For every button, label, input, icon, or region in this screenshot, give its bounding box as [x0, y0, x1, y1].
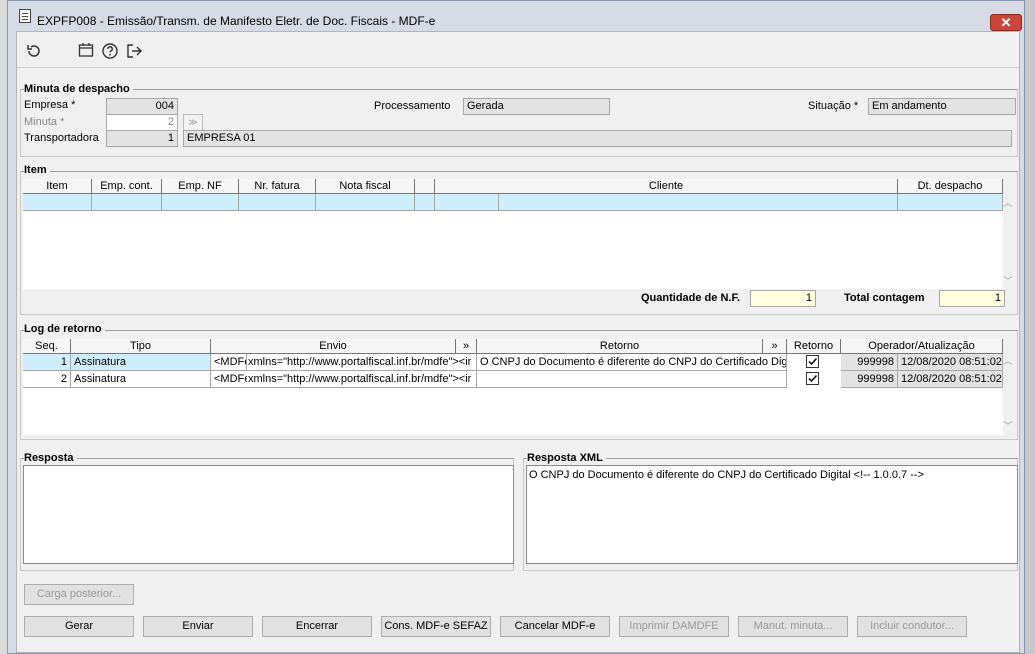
toolbar-separator — [17, 67, 1019, 68]
form-body: Minuta de despacho Empresa * 004 Minuta … — [16, 31, 1020, 653]
encerrar-button[interactable]: Encerrar — [262, 616, 372, 637]
situacao-field[interactable]: Em andamento — [868, 98, 1016, 115]
resposta-xml-label: Resposta XML — [527, 452, 606, 464]
item-row-cell[interactable] — [415, 194, 435, 211]
quantidade-field: 1 — [750, 290, 816, 307]
item-row-cell[interactable] — [316, 194, 415, 211]
cancelar-mdfe-button[interactable]: Cancelar MDF-e — [500, 616, 610, 637]
situacao-label: Situação * — [808, 100, 859, 112]
exit-icon[interactable] — [123, 42, 145, 64]
minuta-search-button[interactable]: ≫ — [183, 114, 203, 131]
log-row-operador: 999998 — [841, 354, 898, 371]
col-seq[interactable]: Seq. — [23, 339, 71, 354]
item-row-cell[interactable] — [92, 194, 162, 211]
col-emp-nf[interactable]: Emp. NF — [162, 179, 239, 194]
log-row-seq[interactable]: 2 — [23, 371, 71, 388]
log-row-retorno[interactable] — [477, 371, 787, 388]
log-group-label: Log de retorno — [24, 323, 105, 335]
item-row-cell[interactable] — [435, 194, 499, 211]
log-row-envio-start[interactable]: <MDFe — [211, 354, 247, 371]
col-item[interactable]: Item — [23, 179, 92, 194]
background-panel — [1025, 0, 1035, 654]
item-grid-body — [23, 211, 1003, 289]
scroll-up-icon[interactable]: ︿ — [1003, 196, 1013, 209]
quantidade-label: Quantidade de N.F. — [641, 292, 741, 304]
log-row-operador: 999998 — [841, 371, 898, 388]
col-retorno[interactable]: Retorno — [477, 339, 763, 354]
col-cliente[interactable]: Cliente — [435, 179, 898, 194]
window-title: EXPFP008 - Emissão/Transm. de Manifesto … — [37, 14, 436, 28]
manut-minuta-button[interactable]: Manut. minuta... — [738, 616, 848, 637]
close-button[interactable]: ✕ — [990, 14, 1022, 31]
log-grid: Seq. Tipo Envio » Retorno » Retorno Oper… — [23, 339, 1003, 435]
col-operador[interactable]: Operador/Atualização — [841, 339, 1003, 354]
scroll-up-icon[interactable]: ︿ — [1003, 354, 1013, 367]
col-nota-fiscal[interactable]: Nota fiscal — [316, 179, 415, 194]
incluir-condutor-button[interactable]: Incluir condutor... — [857, 616, 967, 637]
col-spacer — [415, 179, 435, 194]
help-icon[interactable] — [99, 42, 121, 64]
resposta-xml-textarea[interactable]: O CNPJ do Documento é diferente do CNPJ … — [526, 465, 1018, 564]
gerar-button[interactable]: Gerar — [24, 616, 134, 637]
enviar-button[interactable]: Enviar — [143, 616, 253, 637]
transportadora-name-field: EMPRESA 01 — [183, 130, 1012, 147]
retorno-checkbox[interactable] — [806, 355, 819, 368]
log-row-retorno-check-cell[interactable] — [787, 354, 841, 371]
refresh-icon[interactable] — [23, 42, 45, 64]
log-row-retorno[interactable]: O CNPJ do Documento é diferente do CNPJ … — [477, 354, 787, 371]
transportadora-code-field[interactable]: 1 — [106, 130, 178, 147]
col-nr-fatura[interactable]: Nr. fatura — [239, 179, 316, 194]
empresa-label: Empresa * — [24, 99, 76, 111]
item-row-cell[interactable] — [23, 194, 92, 211]
total-contagem-label: Total contagem — [844, 292, 925, 304]
col-emp-cont[interactable]: Emp. cont. — [92, 179, 162, 194]
background-window — [0, 0, 7, 654]
envio-expand-button[interactable]: » — [456, 339, 477, 354]
log-row-retorno-check-cell[interactable] — [787, 371, 841, 388]
item-row-cell[interactable] — [898, 194, 1003, 211]
total-contagem-field: 1 — [939, 290, 1005, 307]
item-row-cell[interactable] — [499, 194, 898, 211]
item-row-cell[interactable] — [239, 194, 316, 211]
item-group-label: Item — [24, 164, 50, 176]
calendar-icon[interactable] — [75, 42, 97, 64]
imprimir-damdfe-button[interactable]: Imprimir DAMDFE — [619, 616, 729, 637]
resposta-label: Resposta — [24, 452, 77, 464]
document-icon — [19, 9, 31, 23]
scroll-down-icon[interactable]: ﹀ — [1003, 419, 1013, 432]
empresa-field[interactable]: 004 — [106, 98, 178, 115]
log-row-data: 12/08/2020 08:51:02 — [898, 371, 1003, 388]
retorno-expand-button[interactable]: » — [763, 339, 787, 354]
col-envio[interactable]: Envio — [211, 339, 456, 354]
col-tipo[interactable]: Tipo — [71, 339, 211, 354]
processamento-label: Processamento — [374, 100, 451, 112]
main-window: EXPFP008 - Emissão/Transm. de Manifesto … — [7, 0, 1025, 654]
log-row-data: 12/08/2020 08:51:02 — [898, 354, 1003, 371]
item-row-cell[interactable] — [162, 194, 239, 211]
log-row-envio[interactable]: xmlns="http://www.portalfiscal.inf.br/md… — [247, 371, 477, 388]
resposta-textarea[interactable] — [23, 465, 514, 564]
carga-posterior-button[interactable]: Carga posterior... — [24, 584, 134, 605]
log-row-tipo[interactable]: Assinatura — [71, 371, 211, 388]
transportadora-label: Transportadora — [24, 132, 99, 144]
cons-mdfe-sefaz-button[interactable]: Cons. MDF-e SEFAZ — [381, 616, 491, 637]
retorno-checkbox[interactable] — [806, 372, 819, 385]
log-row-envio[interactable]: xmlns="http://www.portalfiscal.inf.br/md… — [247, 354, 477, 371]
minuta-label: Minuta * — [24, 116, 65, 128]
scroll-down-icon[interactable]: ﹀ — [1003, 274, 1013, 287]
log-row-envio-start[interactable]: <MDFe — [211, 371, 247, 388]
log-row-seq[interactable]: 1 — [23, 354, 71, 371]
col-dt-despacho[interactable]: Dt. despacho — [898, 179, 1003, 194]
col-retorno-check[interactable]: Retorno — [787, 339, 841, 354]
processamento-field: Gerada — [463, 98, 610, 115]
log-row-tipo[interactable]: Assinatura — [71, 354, 211, 371]
minuta-group-label: Minuta de despacho — [24, 83, 133, 95]
title-bar: EXPFP008 - Emissão/Transm. de Manifesto … — [8, 1, 1024, 31]
minuta-field[interactable]: 2 — [106, 114, 178, 131]
